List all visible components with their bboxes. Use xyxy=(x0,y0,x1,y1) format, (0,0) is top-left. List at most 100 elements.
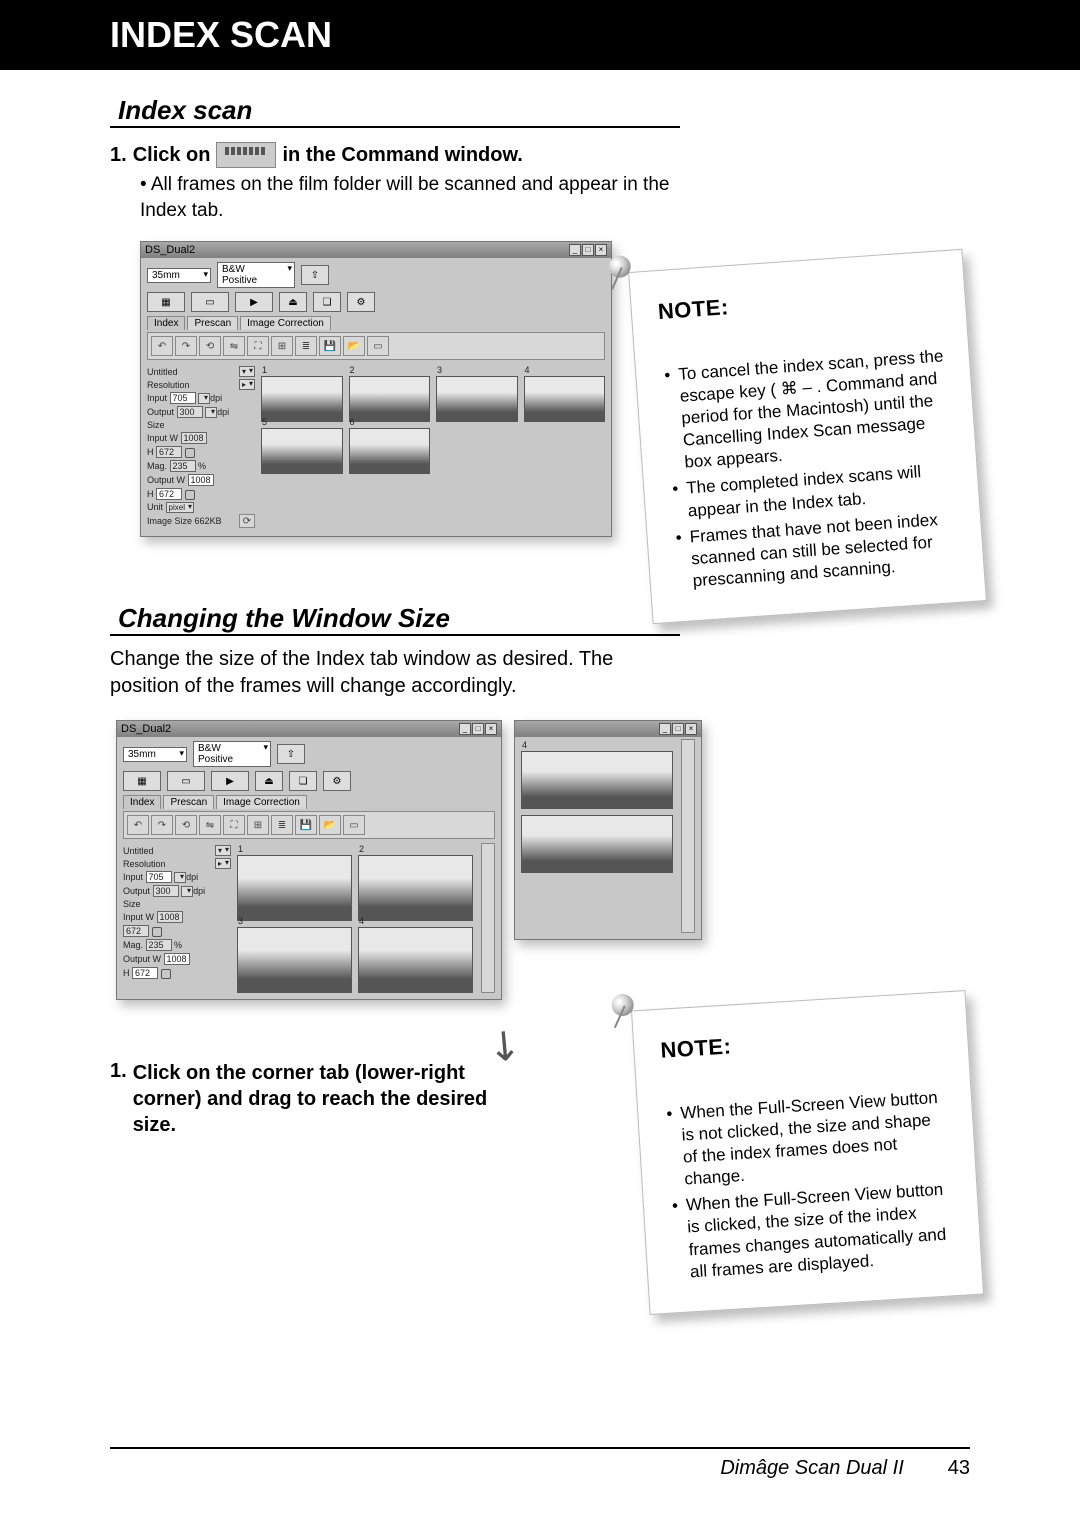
min-icon[interactable]: _ xyxy=(459,723,471,735)
thumbnail[interactable]: 5 xyxy=(261,428,343,474)
lock-icon2[interactable] xyxy=(185,490,195,500)
section-heading-window-size: Changing the Window Size xyxy=(110,603,680,636)
thumbnail[interactable]: 4 xyxy=(524,376,606,422)
tool-fullscreen-icon[interactable]: ⛶ xyxy=(247,336,269,356)
unit-dd[interactable] xyxy=(198,393,210,404)
max-icon[interactable]: □ xyxy=(472,723,484,735)
tab-prescan[interactable]: Prescan xyxy=(187,316,238,330)
res-dropdown[interactable]: ▸ xyxy=(215,858,231,869)
image-type-dropdown[interactable]: B&W Positive xyxy=(193,741,271,767)
tool-redo-icon[interactable]: ↷ xyxy=(151,815,173,835)
job-dropdown[interactable]: ▾ xyxy=(215,845,231,856)
thumbnail[interactable]: 2 xyxy=(349,376,431,422)
unit-select[interactable]: pixel xyxy=(166,502,194,513)
refresh-icon[interactable]: ⟳ xyxy=(239,514,255,528)
tab-index[interactable]: Index xyxy=(147,316,185,330)
thumbnail[interactable] xyxy=(521,815,673,873)
tool-fit-icon[interactable]: ⊞ xyxy=(271,336,293,356)
output-h-field[interactable]: 672 xyxy=(156,488,182,500)
thumbnail[interactable]: 6 xyxy=(349,428,431,474)
output-w-field[interactable]: 1008 xyxy=(164,953,190,965)
close-icon[interactable]: × xyxy=(685,723,697,735)
tool-load-icon[interactable]: 📂 xyxy=(343,336,365,356)
max-icon[interactable]: □ xyxy=(582,244,594,256)
prefs-button[interactable]: ⚙ xyxy=(347,292,375,312)
close-icon[interactable]: × xyxy=(595,244,607,256)
tool-rotate-icon[interactable]: ⟲ xyxy=(175,815,197,835)
tool-fullscreen-icon[interactable]: ⛶ xyxy=(223,815,245,835)
tool-rotate-icon[interactable]: ⟲ xyxy=(199,336,221,356)
job-dropdown[interactable]: ▾ xyxy=(239,366,255,377)
tool-save-icon[interactable]: 💾 xyxy=(319,336,341,356)
eject-button[interactable]: ⏏ xyxy=(255,771,283,791)
thumbnail[interactable]: 3 xyxy=(237,927,352,993)
lock-icon2[interactable] xyxy=(161,969,171,979)
tool-sort-icon[interactable]: ≣ xyxy=(271,815,293,835)
mag-field[interactable]: 235 xyxy=(170,460,196,472)
tool-view-icon[interactable]: ▭ xyxy=(367,336,389,356)
index-scan-button[interactable]: ▦ xyxy=(123,771,161,791)
section2-body: Change the size of the Index tab window … xyxy=(110,646,670,700)
mag-field[interactable]: 235 xyxy=(146,939,172,951)
tool-view-icon[interactable]: ▭ xyxy=(343,815,365,835)
res-dropdown[interactable]: ▸ xyxy=(239,379,255,390)
tool-flip-icon[interactable]: ⇋ xyxy=(199,815,221,835)
lock-icon[interactable] xyxy=(152,927,162,937)
scan-button[interactable]: ▶ xyxy=(235,292,273,312)
toolbar-btn-a[interactable]: ⇧ xyxy=(301,265,329,285)
output-h-field[interactable]: 672 xyxy=(132,967,158,979)
tool-undo-icon[interactable]: ↶ xyxy=(127,815,149,835)
prescan-button[interactable]: ▭ xyxy=(167,771,205,791)
page-footer: Dimâge Scan Dual II 43 xyxy=(110,1447,970,1480)
pushpin-icon xyxy=(606,255,639,297)
thumbnail[interactable]: 4 xyxy=(358,927,473,993)
output-w-field[interactable]: 1008 xyxy=(188,474,214,486)
input-h-field[interactable]: 672 xyxy=(123,925,149,937)
mag-unit: % xyxy=(198,461,206,471)
min-icon[interactable]: _ xyxy=(659,723,671,735)
scan-button[interactable]: ▶ xyxy=(211,771,249,791)
tool-fit-icon[interactable]: ⊞ xyxy=(247,815,269,835)
prefs-button[interactable]: ⚙ xyxy=(323,771,351,791)
tool-undo-icon[interactable]: ↶ xyxy=(151,336,173,356)
step-1: 1. Click on in the Command window. • All… xyxy=(110,142,970,223)
input-w-field[interactable]: 1008 xyxy=(181,432,207,444)
tool-flip-icon[interactable]: ⇋ xyxy=(223,336,245,356)
settings-button[interactable]: ❏ xyxy=(289,771,317,791)
min-icon[interactable]: _ xyxy=(569,244,581,256)
tool-save-icon[interactable]: 💾 xyxy=(295,815,317,835)
tab-image-correction[interactable]: Image Correction xyxy=(216,795,307,809)
input-h-field[interactable]: 672 xyxy=(156,446,182,458)
tool-sort-icon[interactable]: ≣ xyxy=(295,336,317,356)
thumbnail[interactable]: 2 xyxy=(358,855,473,921)
scrollbar[interactable] xyxy=(681,739,695,933)
film-type-dropdown[interactable]: 35mm xyxy=(147,268,211,283)
max-icon[interactable]: □ xyxy=(672,723,684,735)
output-res-field[interactable]: 300 xyxy=(153,885,179,897)
tool-load-icon[interactable]: 📂 xyxy=(319,815,341,835)
unit-dd2[interactable] xyxy=(205,407,217,418)
film-type-dropdown[interactable]: 35mm xyxy=(123,747,187,762)
lock-icon[interactable] xyxy=(185,448,195,458)
tool-redo-icon[interactable]: ↷ xyxy=(175,336,197,356)
scrollbar[interactable] xyxy=(481,843,495,993)
input-res-field[interactable]: 705 xyxy=(170,392,196,404)
toolbar-btn-a[interactable]: ⇧ xyxy=(277,744,305,764)
tab-index[interactable]: Index xyxy=(123,795,161,809)
thumbnail[interactable]: 3 xyxy=(436,376,518,422)
eject-button[interactable]: ⏏ xyxy=(279,292,307,312)
output-res-field[interactable]: 300 xyxy=(177,406,203,418)
settings-button[interactable]: ❏ xyxy=(313,292,341,312)
image-type-dropdown[interactable]: B&W Positive xyxy=(217,262,295,288)
close-icon[interactable]: × xyxy=(485,723,497,735)
tab-image-correction[interactable]: Image Correction xyxy=(240,316,331,330)
thumbnail[interactable]: 4 xyxy=(521,751,673,809)
footer-page-number: 43 xyxy=(948,1457,970,1480)
tab-prescan[interactable]: Prescan xyxy=(163,795,214,809)
index-scan-button[interactable]: ▦ xyxy=(147,292,185,312)
thumbnail[interactable]: 1 xyxy=(261,376,343,422)
input-res-field[interactable]: 705 xyxy=(146,871,172,883)
prescan-button[interactable]: ▭ xyxy=(191,292,229,312)
input-w-field[interactable]: 1008 xyxy=(157,911,183,923)
thumbnail[interactable]: 1 xyxy=(237,855,352,921)
